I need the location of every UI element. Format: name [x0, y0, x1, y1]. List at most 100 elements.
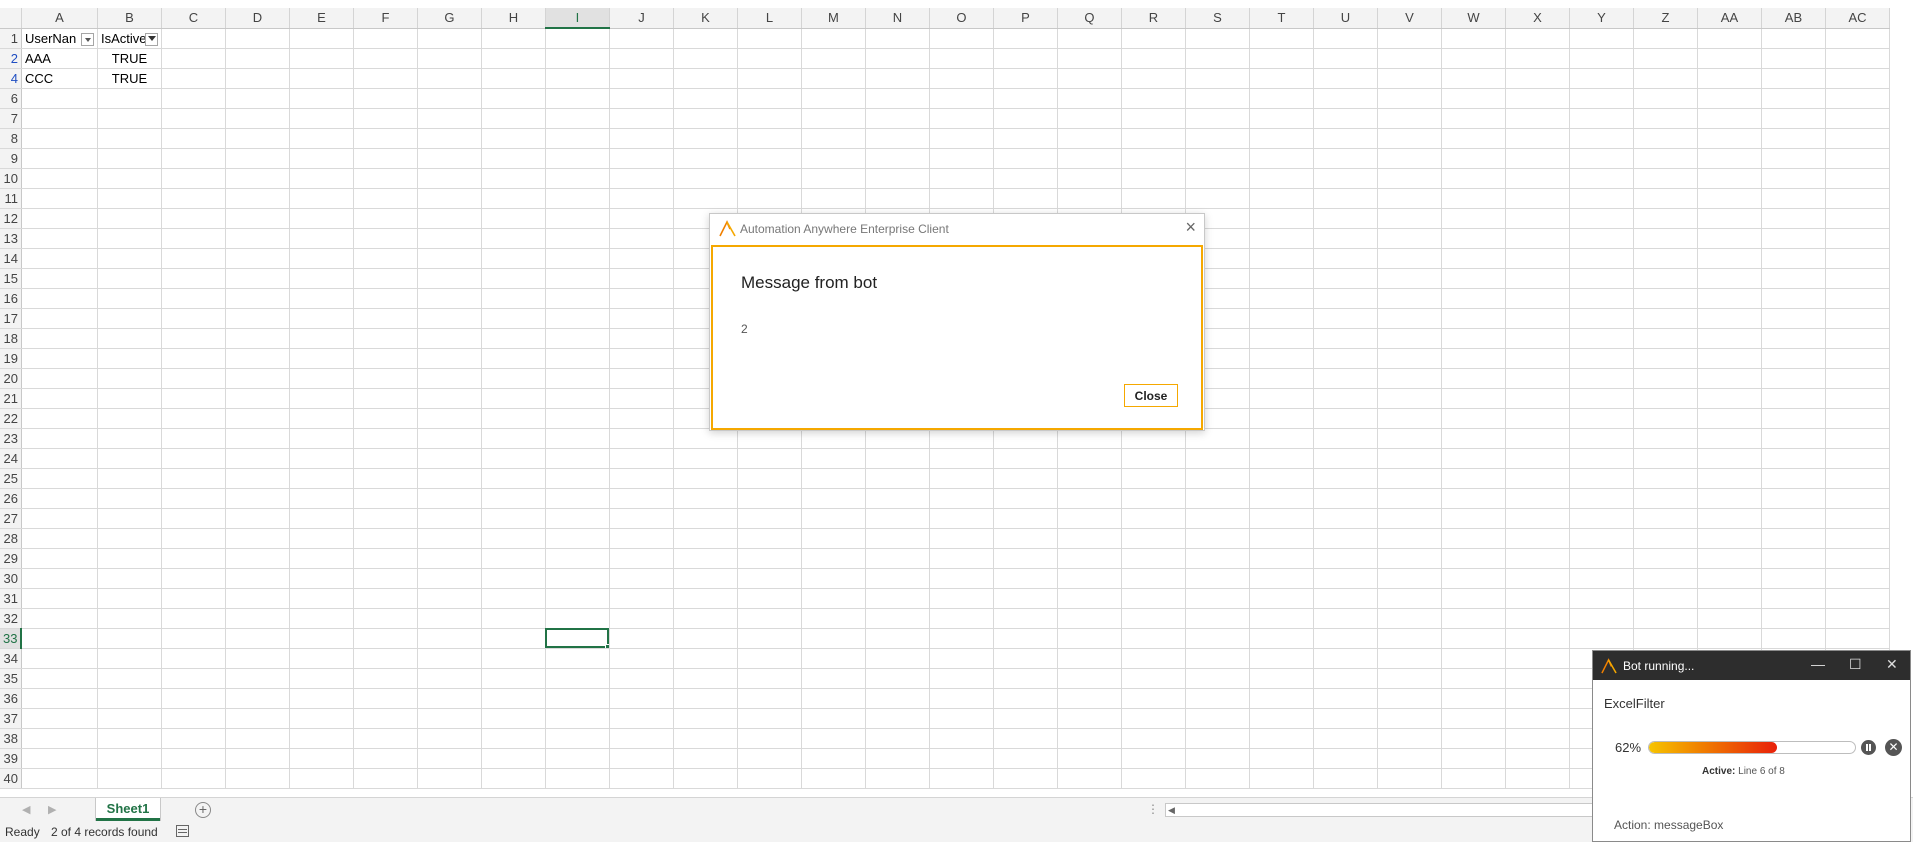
cell-h11[interactable] [481, 188, 546, 209]
cell-z13[interactable] [1633, 228, 1698, 249]
cell-v12[interactable] [1377, 208, 1442, 229]
cell-ac27[interactable] [1825, 508, 1890, 529]
cell-h9[interactable] [481, 148, 546, 169]
cell-e13[interactable] [289, 228, 354, 249]
cell-h33[interactable] [481, 628, 546, 649]
row-header-29[interactable]: 29 [0, 548, 22, 569]
cell-r26[interactable] [1121, 488, 1186, 509]
cell-o30[interactable] [929, 568, 994, 589]
cell-v24[interactable] [1377, 448, 1442, 469]
cell-x27[interactable] [1505, 508, 1570, 529]
cell-k4[interactable] [673, 68, 738, 89]
cell-r31[interactable] [1121, 588, 1186, 609]
cell-aa16[interactable] [1697, 288, 1762, 309]
cell-z6[interactable] [1633, 88, 1698, 109]
cell-m33[interactable] [801, 628, 866, 649]
cell-z8[interactable] [1633, 128, 1698, 149]
cell-m27[interactable] [801, 508, 866, 529]
cell-u23[interactable] [1313, 428, 1378, 449]
cell-g25[interactable] [417, 468, 482, 489]
column-header-k[interactable]: K [673, 8, 738, 29]
cell-w1[interactable] [1441, 28, 1506, 49]
cell-z11[interactable] [1633, 188, 1698, 209]
cell-f35[interactable] [353, 668, 418, 689]
cell-j20[interactable] [609, 368, 674, 389]
row-header-7[interactable]: 7 [0, 108, 22, 129]
cell-q6[interactable] [1057, 88, 1122, 109]
cell-i35[interactable] [545, 668, 610, 689]
column-header-q[interactable]: Q [1057, 8, 1122, 29]
filter-dropdown-icon[interactable] [80, 32, 94, 46]
cell-e34[interactable] [289, 648, 354, 669]
cell-ac23[interactable] [1825, 428, 1890, 449]
cell-y15[interactable] [1569, 268, 1634, 289]
cell-ac21[interactable] [1825, 388, 1890, 409]
cell-h20[interactable] [481, 368, 546, 389]
cell-k37[interactable] [673, 708, 738, 729]
row-header-8[interactable]: 8 [0, 128, 22, 149]
cell-e2[interactable] [289, 48, 354, 69]
cell-h12[interactable] [481, 208, 546, 229]
cell-aa6[interactable] [1697, 88, 1762, 109]
cell-q40[interactable] [1057, 768, 1122, 789]
cell-c39[interactable] [161, 748, 226, 769]
cell-w29[interactable] [1441, 548, 1506, 569]
cell-t21[interactable] [1249, 388, 1314, 409]
cell-v28[interactable] [1377, 528, 1442, 549]
cell-o25[interactable] [929, 468, 994, 489]
cell-k8[interactable] [673, 128, 738, 149]
cell-e12[interactable] [289, 208, 354, 229]
cell-u12[interactable] [1313, 208, 1378, 229]
cell-f34[interactable] [353, 648, 418, 669]
cell-j21[interactable] [609, 388, 674, 409]
cell-j40[interactable] [609, 768, 674, 789]
cell-i36[interactable] [545, 688, 610, 709]
cell-t19[interactable] [1249, 348, 1314, 369]
cell-s26[interactable] [1185, 488, 1250, 509]
column-header-f[interactable]: F [353, 8, 418, 29]
cell-s9[interactable] [1185, 148, 1250, 169]
cell-x13[interactable] [1505, 228, 1570, 249]
cell-d11[interactable] [225, 188, 290, 209]
cell-c33[interactable] [161, 628, 226, 649]
cell-e17[interactable] [289, 308, 354, 329]
cell-s35[interactable] [1185, 668, 1250, 689]
tab-scroll-right-icon[interactable]: ▶ [48, 803, 56, 816]
cell-w7[interactable] [1441, 108, 1506, 129]
cell-d27[interactable] [225, 508, 290, 529]
cell-g20[interactable] [417, 368, 482, 389]
cell-g36[interactable] [417, 688, 482, 709]
column-header-z[interactable]: Z [1633, 8, 1698, 29]
column-header-b[interactable]: B [97, 8, 162, 29]
cell-f6[interactable] [353, 88, 418, 109]
cell-g9[interactable] [417, 148, 482, 169]
cell-t24[interactable] [1249, 448, 1314, 469]
cell-y4[interactable] [1569, 68, 1634, 89]
cell-v29[interactable] [1377, 548, 1442, 569]
cell-y32[interactable] [1569, 608, 1634, 629]
cell-h1[interactable] [481, 28, 546, 49]
cell-j29[interactable] [609, 548, 674, 569]
active-cell[interactable] [545, 628, 610, 649]
cell-c23[interactable] [161, 428, 226, 449]
cell-f2[interactable] [353, 48, 418, 69]
row-header-16[interactable]: 16 [0, 288, 22, 309]
cell-c18[interactable] [161, 328, 226, 349]
cell-r39[interactable] [1121, 748, 1186, 769]
cell-q24[interactable] [1057, 448, 1122, 469]
cell-i38[interactable] [545, 728, 610, 749]
cell-e39[interactable] [289, 748, 354, 769]
cell-a39[interactable] [21, 748, 98, 769]
cell-ab17[interactable] [1761, 308, 1826, 329]
cell-x39[interactable] [1505, 748, 1570, 769]
cell-r28[interactable] [1121, 528, 1186, 549]
cell-q8[interactable] [1057, 128, 1122, 149]
cell-f30[interactable] [353, 568, 418, 589]
cell-ab7[interactable] [1761, 108, 1826, 129]
row-header-24[interactable]: 24 [0, 448, 22, 469]
cell-k26[interactable] [673, 488, 738, 509]
cell-d34[interactable] [225, 648, 290, 669]
cell-s10[interactable] [1185, 168, 1250, 189]
cell-j17[interactable] [609, 308, 674, 329]
cell-p9[interactable] [993, 148, 1058, 169]
